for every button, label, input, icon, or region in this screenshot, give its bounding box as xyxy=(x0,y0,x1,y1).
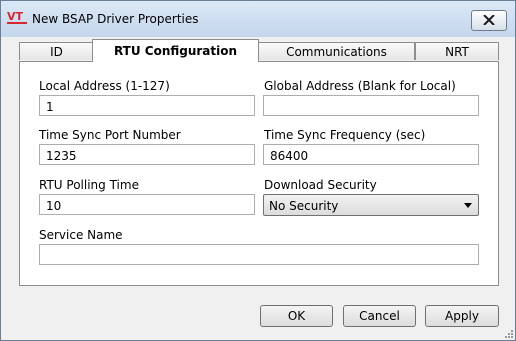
global-address-input[interactable] xyxy=(263,95,479,116)
vt-logo-icon: VT xyxy=(7,10,27,24)
apply-button[interactable]: Apply xyxy=(425,305,499,327)
download-security-select[interactable]: No Security xyxy=(263,194,479,216)
time-sync-frequency-input[interactable]: 86400 xyxy=(263,144,479,165)
service-name-label: Service Name xyxy=(39,228,123,242)
close-button[interactable] xyxy=(471,10,507,31)
close-icon xyxy=(483,15,495,25)
time-sync-port-input[interactable]: 1235 xyxy=(39,144,255,165)
svg-text:VT: VT xyxy=(7,10,24,23)
global-address-label: Global Address (Blank for Local) xyxy=(264,79,456,93)
tab-nrt[interactable]: NRT xyxy=(415,42,499,60)
download-security-label: Download Security xyxy=(264,178,377,192)
title-bar[interactable]: VT New BSAP Driver Properties xyxy=(1,1,515,37)
time-sync-frequency-label: Time Sync Frequency (sec) xyxy=(264,128,426,142)
tab-rtu-configuration[interactable]: RTU Configuration xyxy=(92,39,259,62)
rtu-polling-time-input[interactable]: 10 xyxy=(39,194,255,215)
ok-button[interactable]: OK xyxy=(260,305,333,327)
rtu-polling-time-label: RTU Polling Time xyxy=(39,178,139,192)
time-sync-port-label: Time Sync Port Number xyxy=(39,128,181,142)
window-title: New BSAP Driver Properties xyxy=(32,12,199,26)
cancel-button[interactable]: Cancel xyxy=(343,305,416,327)
service-name-input[interactable] xyxy=(39,244,479,265)
local-address-input[interactable]: 1 xyxy=(39,95,255,116)
dropdown-arrow-icon xyxy=(464,203,472,208)
resize-grip-icon[interactable] xyxy=(503,328,513,338)
tab-id[interactable]: ID xyxy=(19,42,94,60)
tab-strip: ID RTU Configuration Communications NRT xyxy=(19,39,499,62)
tab-communications[interactable]: Communications xyxy=(258,42,415,60)
local-address-label: Local Address (1-127) xyxy=(39,79,170,93)
download-security-value: No Security xyxy=(269,199,339,213)
properties-dialog: VT New BSAP Driver Properties ID RTU Con… xyxy=(0,0,516,341)
